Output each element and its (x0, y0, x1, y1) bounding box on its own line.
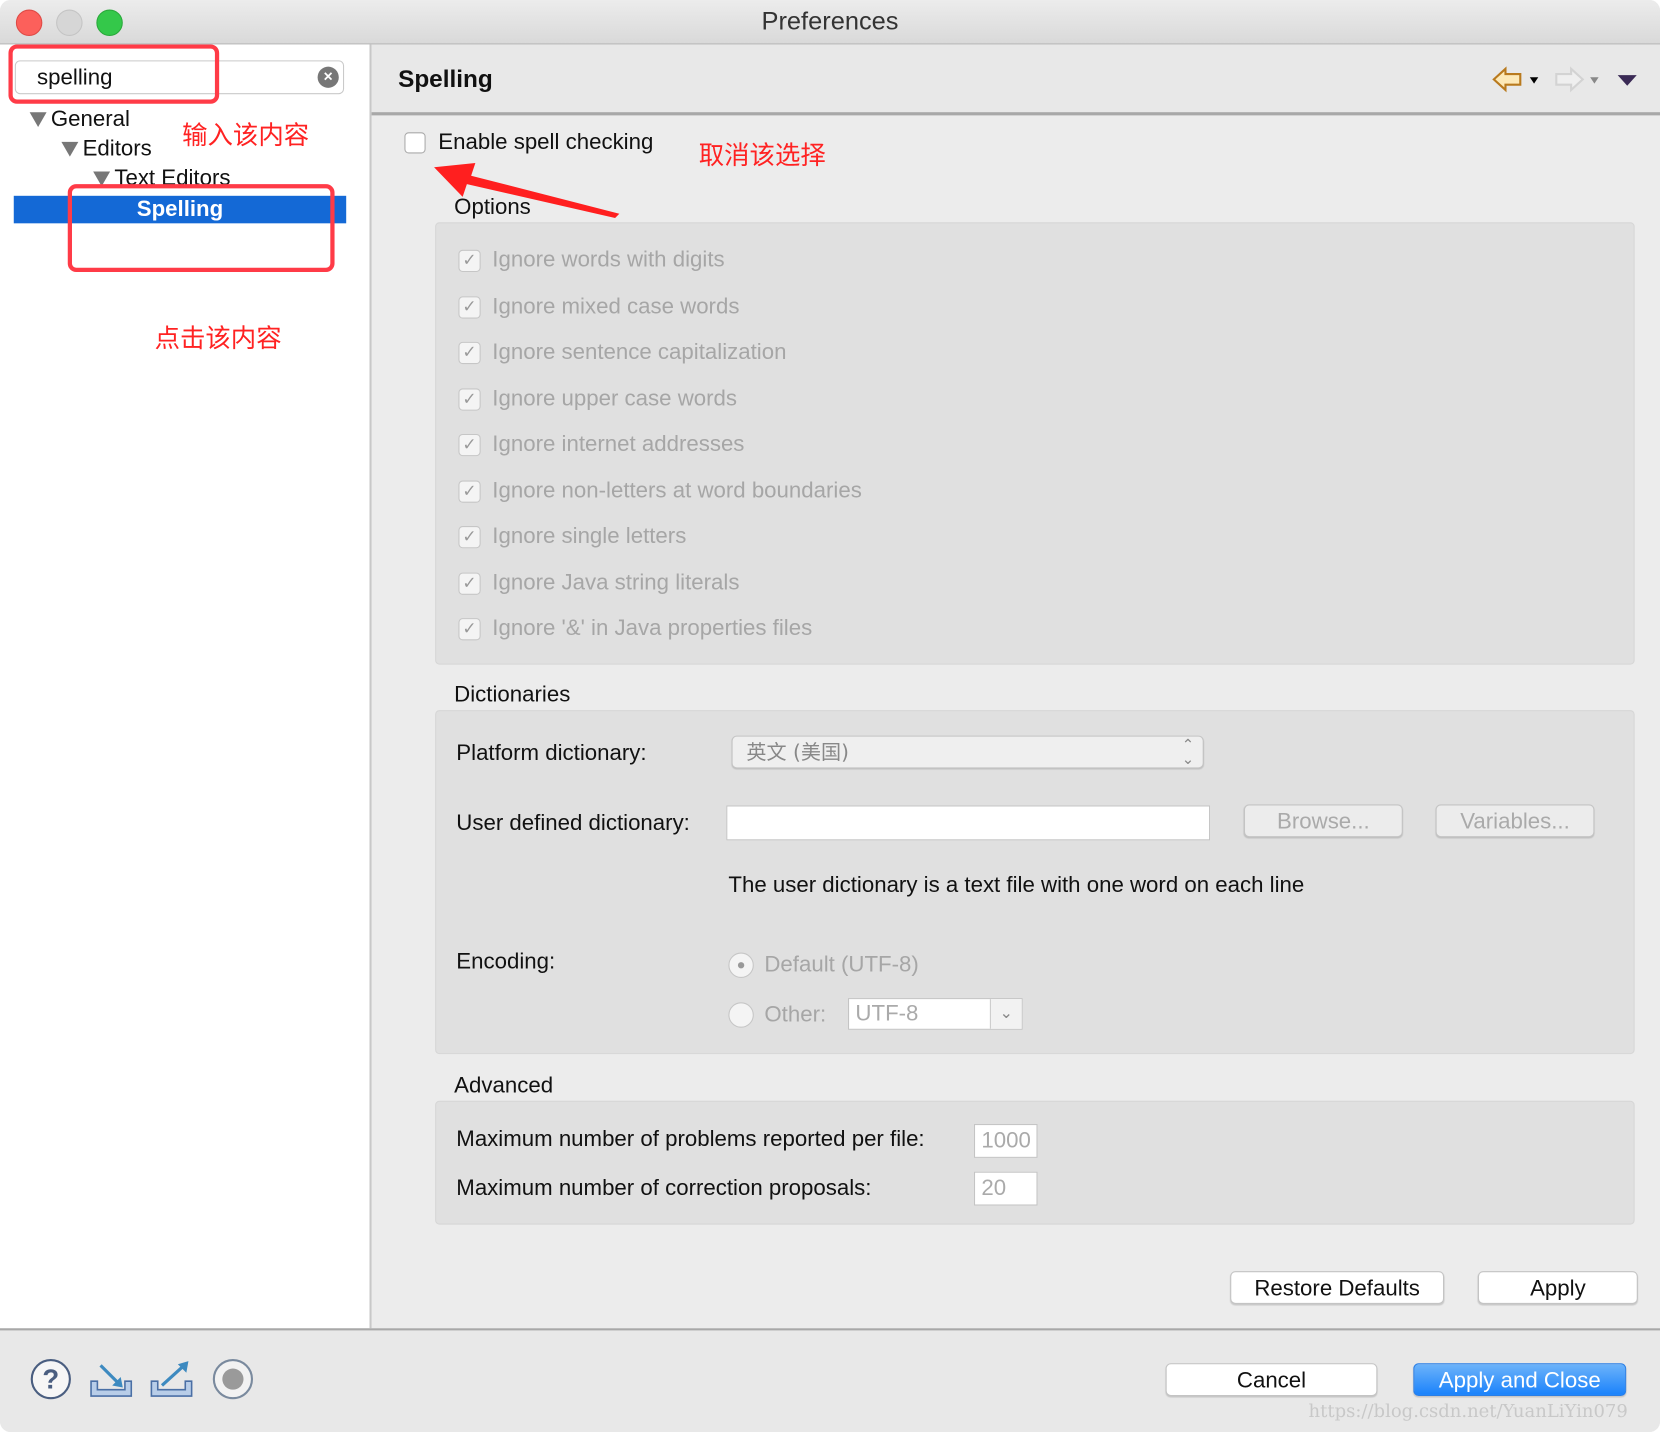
option-label: Ignore upper case words (492, 385, 738, 411)
enable-spell-checking-checkbox[interactable] (404, 132, 426, 154)
annotation-uncheck-this: 取消该选择 (698, 140, 826, 171)
forward-arrow-icon[interactable] (1555, 66, 1585, 93)
expanded-triangle-icon[interactable] (61, 142, 79, 158)
expanded-triangle-icon[interactable] (29, 112, 47, 128)
other-encoding-radio[interactable] (728, 1002, 754, 1028)
view-menu-icon[interactable] (1617, 75, 1637, 86)
option-label: Ignore sentence capitalization (492, 339, 787, 365)
platform-dictionary-label: Platform dictionary: (456, 740, 647, 766)
annotation-box-search (8, 44, 220, 104)
option-label: Ignore single letters (492, 523, 687, 549)
platform-dictionary-value: 英文 (美国) (746, 740, 849, 765)
clear-search-icon[interactable]: × (317, 66, 339, 88)
option-checkbox[interactable]: ✓ (458, 479, 481, 503)
restore-defaults-button[interactable]: Restore Defaults (1230, 1271, 1445, 1304)
option-checkbox[interactable]: ✓ (458, 387, 481, 411)
other-encoding-combo[interactable]: UTF-8 ⌄ (848, 998, 1023, 1030)
option-label: Ignore non-letters at word boundaries (492, 477, 862, 503)
page-title: Spelling (398, 64, 493, 93)
record-icon[interactable] (212, 1358, 254, 1400)
back-arrow-icon[interactable] (1492, 66, 1522, 93)
platform-dictionary-select[interactable]: 英文 (美国) ⌃ ⌄ (731, 735, 1204, 769)
export-icon[interactable] (150, 1361, 193, 1397)
annotation-type-this: 输入该内容 (182, 120, 310, 151)
option-checkbox[interactable]: ✓ (458, 295, 481, 319)
advanced-group (435, 1100, 1635, 1225)
history-navigation (1492, 66, 1637, 93)
user-dictionary-label: User defined dictionary: (456, 810, 690, 836)
page-header (371, 44, 1660, 116)
tree-label: General (50, 106, 130, 132)
import-icon[interactable] (90, 1364, 133, 1397)
user-dictionary-info: The user dictionary is a text file with … (728, 873, 1305, 898)
chevron-down-icon[interactable]: ⌄ (989, 999, 1022, 1029)
option-checkbox[interactable]: ✓ (458, 433, 481, 457)
cancel-button[interactable]: Cancel (1165, 1363, 1378, 1397)
option-label: Ignore internet addresses (492, 431, 745, 457)
max-problems-input[interactable] (974, 1124, 1038, 1158)
variables-button[interactable]: Variables... (1435, 804, 1595, 838)
default-encoding-label: Default (UTF-8) (764, 952, 919, 977)
other-encoding-label: Other: (764, 1002, 827, 1027)
radio-selected-dot (737, 962, 745, 969)
advanced-group-title: Advanced (454, 1073, 554, 1098)
preferences-window: Preferences × General Editors Text Edito… (0, 0, 1660, 1432)
option-label: Ignore mixed case words (492, 293, 740, 319)
window-title: Preferences (761, 7, 899, 36)
encoding-label: Encoding: (456, 949, 556, 974)
option-checkbox[interactable]: ✓ (458, 572, 481, 595)
option-label: Ignore Java string literals (492, 569, 740, 595)
apply-and-close-button[interactable]: Apply and Close (1413, 1363, 1627, 1397)
option-label: Ignore words with digits (492, 247, 725, 273)
browse-button[interactable]: Browse... (1243, 804, 1403, 838)
updown-chevron-icon: ⌃ ⌄ (1181, 735, 1195, 768)
annotation-box-spelling (67, 184, 335, 273)
apply-button[interactable]: Apply (1477, 1271, 1638, 1304)
dictionaries-group-title: Dictionaries (454, 682, 571, 708)
options-group-title: Options (454, 194, 531, 220)
default-encoding-radio[interactable] (728, 952, 754, 978)
svg-text:?: ? (42, 1364, 59, 1395)
max-proposals-input[interactable] (974, 1171, 1038, 1206)
max-proposals-label: Maximum number of correction proposals: (456, 1175, 872, 1201)
option-checkbox[interactable]: ✓ (458, 249, 481, 273)
other-encoding-value: UTF-8 (855, 1001, 919, 1026)
option-label: Ignore '&' in Java properties files (492, 615, 813, 641)
user-dictionary-input[interactable] (726, 805, 1211, 841)
option-checkbox[interactable]: ✓ (458, 341, 481, 365)
help-icon[interactable]: ? (30, 1358, 71, 1400)
tree-label: Editors (82, 136, 152, 161)
back-dropdown-icon[interactable] (1529, 77, 1539, 84)
option-checkbox[interactable]: ✓ (458, 526, 481, 549)
max-problems-label: Maximum number of problems reported per … (456, 1127, 925, 1152)
option-checkbox[interactable]: ✓ (458, 618, 481, 641)
annotation-click-this: 点击该内容 (154, 323, 282, 354)
tree-item-editors[interactable]: Editors (61, 136, 152, 162)
footer-icons: ? (30, 1358, 254, 1400)
watermark: https://blog.csdn.net/YuanLiYin079 (1308, 1401, 1628, 1423)
tree-item-general[interactable]: General (29, 106, 130, 132)
forward-dropdown-icon[interactable] (1590, 77, 1599, 84)
